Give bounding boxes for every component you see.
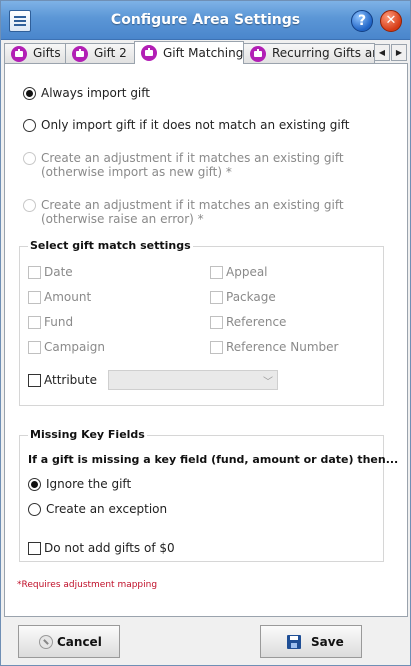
gift-matching-panel: Always import gift Only import gift if i… — [4, 63, 408, 617]
tab-strip: Gifts Gift 2 Gift Matching Recurring Gif… — [4, 41, 408, 64]
checkbox-no-zero-gifts[interactable] — [28, 542, 41, 555]
radio-button — [23, 152, 36, 165]
option-label: Only import gift if it does not match an… — [41, 118, 350, 132]
label-appeal: Appeal — [226, 265, 268, 279]
radio-button[interactable] — [28, 503, 41, 516]
group-title: Select gift match settings — [28, 239, 193, 252]
tab-scroll-arrows: ◀ ▶ — [374, 44, 408, 61]
label-fund: Fund — [44, 315, 74, 329]
gift-icon — [141, 45, 157, 61]
configure-area-settings-window: Configure Area Settings ? ✕ Gifts Gift 2… — [0, 0, 411, 666]
label-amount: Amount — [44, 290, 92, 304]
option-label: Ignore the gift — [46, 477, 132, 491]
checkbox-date — [28, 266, 41, 279]
missing-key-prompt: If a gift is missing a key field (fund, … — [28, 453, 399, 466]
adjustment-mapping-note: *Requires adjustment mapping — [17, 580, 158, 590]
title-bar[interactable]: Configure Area Settings ? ✕ — [1, 1, 410, 40]
checkbox-fund — [28, 316, 41, 329]
gift-icon — [250, 46, 266, 62]
cancel-button[interactable]: Cancel — [18, 625, 120, 658]
close-button[interactable]: ✕ — [380, 10, 402, 32]
tab-gift-matching[interactable]: Gift Matching — [134, 41, 244, 64]
save-button[interactable]: Save — [260, 625, 362, 658]
radio-button[interactable] — [28, 478, 41, 491]
checkbox-attribute[interactable] — [28, 374, 41, 387]
radio-button[interactable] — [23, 119, 36, 132]
checkbox-reference — [210, 316, 223, 329]
chevron-down-icon: ﹀ — [263, 377, 273, 388]
help-button[interactable]: ? — [351, 10, 373, 32]
save-icon — [287, 635, 301, 649]
label-no-zero-gifts: Do not add gifts of $0 — [44, 541, 175, 555]
option-label: Always import gift — [41, 86, 150, 100]
tab-label: Gifts — [33, 46, 61, 60]
gift-icon — [72, 46, 88, 62]
label-date: Date — [44, 265, 73, 279]
group-title: Missing Key Fields — [28, 428, 147, 441]
checkbox-reference-number — [210, 341, 223, 354]
tab-gift-2[interactable]: Gift 2 — [65, 43, 135, 63]
label-reference-number: Reference Number — [226, 340, 339, 354]
cancel-label: Cancel — [57, 635, 102, 649]
window-title: Configure Area Settings — [110, 12, 301, 28]
cancel-icon — [39, 635, 53, 649]
radio-button[interactable] — [23, 87, 36, 100]
checkbox-campaign — [28, 341, 41, 354]
option-label-line2: (otherwise import as new gift) * — [41, 165, 232, 179]
label-package: Package — [226, 290, 276, 304]
option-label-line2: (otherwise raise an error) * — [41, 212, 204, 226]
gift-match-settings-group: Select gift match settings Date Amount F… — [19, 239, 384, 406]
tab-gifts[interactable]: Gifts — [4, 43, 66, 63]
tab-recurring-gifts[interactable]: Recurring Gifts and — [243, 43, 375, 63]
label-reference: Reference — [226, 315, 287, 329]
tab-scroll-right-icon[interactable]: ▶ — [391, 44, 407, 61]
checkbox-amount — [28, 291, 41, 304]
option-label-line1: Create an adjustment if it matches an ex… — [41, 151, 344, 165]
tab-scroll-left-icon[interactable]: ◀ — [374, 44, 390, 61]
tab-label: Gift Matching — [163, 46, 244, 60]
tab-label: Recurring Gifts and — [272, 46, 374, 60]
label-campaign: Campaign — [44, 340, 105, 354]
checkbox-appeal — [210, 266, 223, 279]
label-attribute: Attribute — [44, 373, 97, 387]
option-label-line1: Create an adjustment if it matches an ex… — [41, 198, 344, 212]
gift-icon — [11, 46, 27, 62]
missing-key-fields-group: Missing Key Fields If a gift is missing … — [19, 428, 398, 562]
checkbox-package — [210, 291, 223, 304]
tab-label: Gift 2 — [94, 46, 127, 60]
attribute-dropdown: ﹀ — [108, 370, 278, 390]
option-label: Create an exception — [46, 502, 168, 516]
save-label: Save — [311, 635, 344, 649]
radio-button — [23, 199, 36, 212]
